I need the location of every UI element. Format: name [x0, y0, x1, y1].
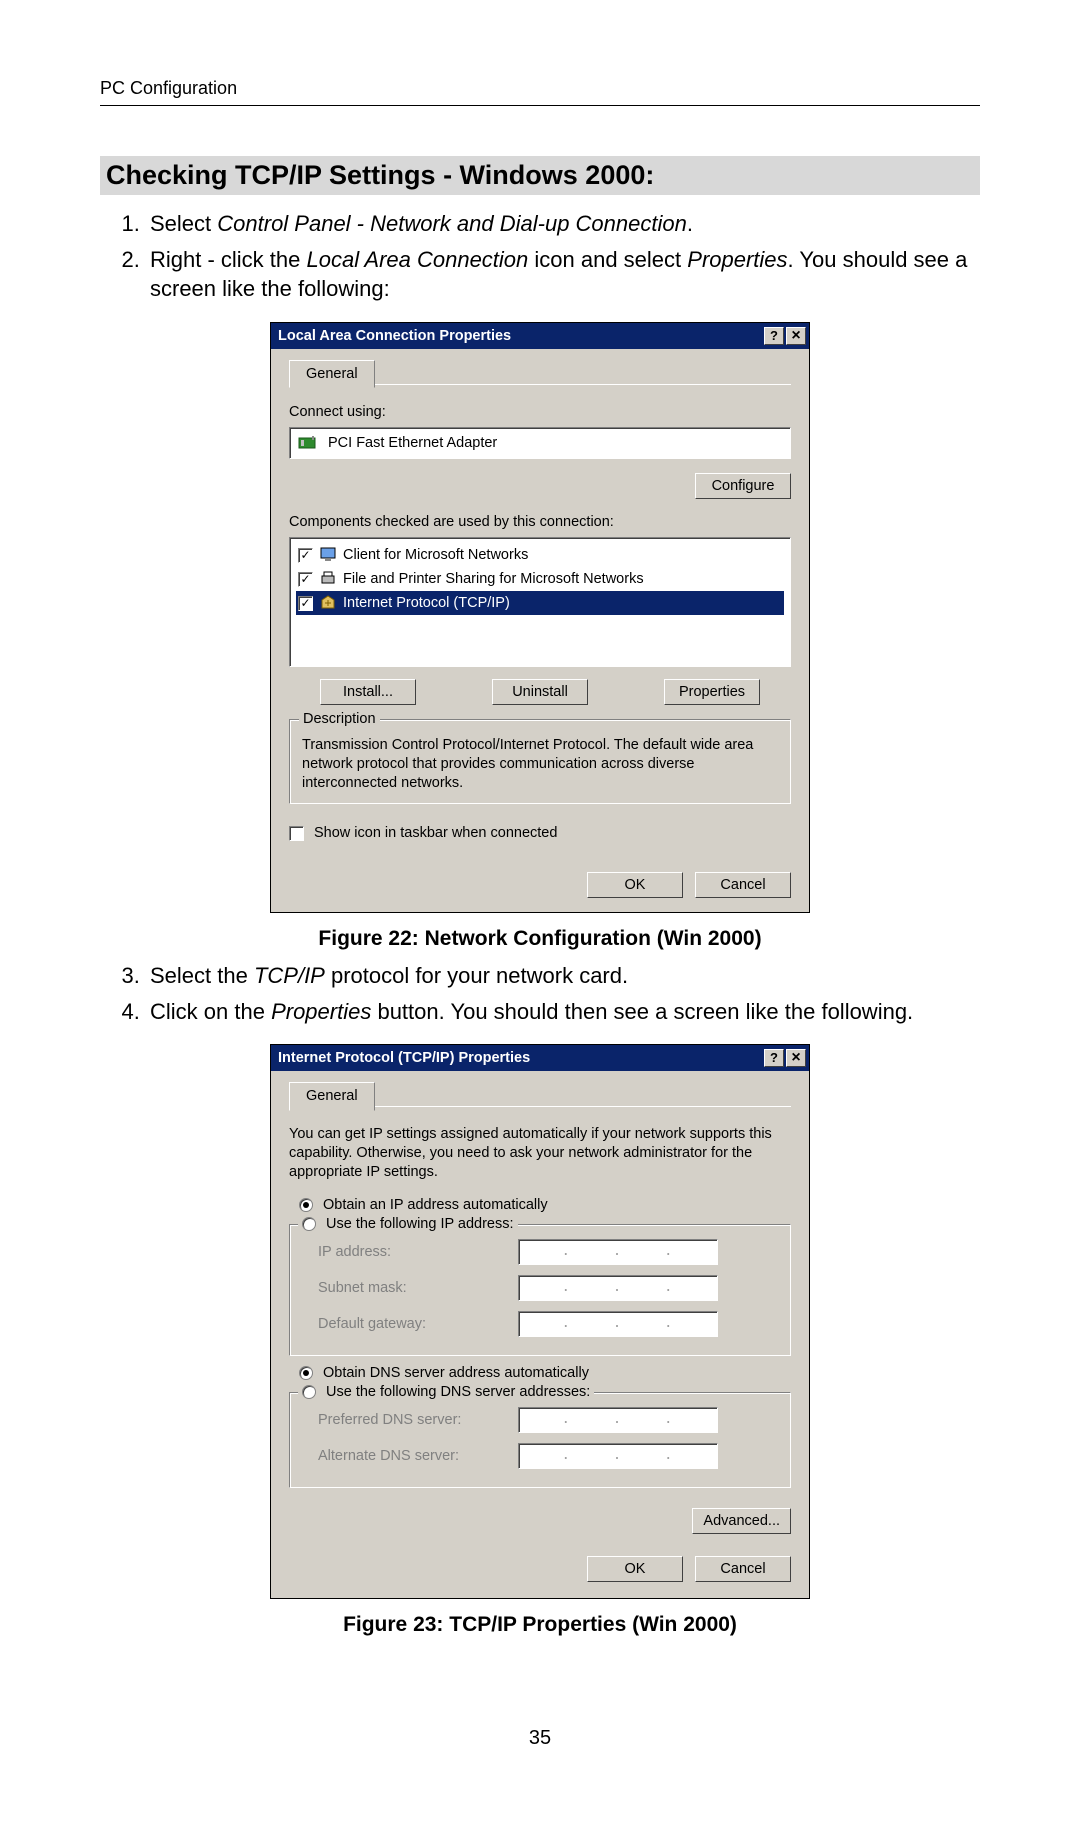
titlebar: Local Area Connection Properties [271, 323, 809, 349]
install-button[interactable]: Install... [320, 679, 416, 705]
protocol-icon [319, 594, 337, 612]
radio[interactable] [299, 1198, 313, 1212]
monitor-icon [319, 546, 337, 564]
text: protocol for your network card. [325, 963, 628, 988]
component-tcpip[interactable]: Internet Protocol (TCP/IP) [296, 591, 784, 615]
page-number: 35 [100, 1727, 980, 1750]
text-italic: TCP/IP [254, 963, 325, 988]
text: Click on the [150, 999, 271, 1024]
close-button[interactable] [786, 1049, 806, 1067]
text: . [687, 211, 693, 236]
alternate-dns-label: Alternate DNS server: [318, 1447, 518, 1465]
component-label: Client for Microsoft Networks [343, 546, 528, 564]
radio-use-ip[interactable]: Use the following IP address: [298, 1215, 518, 1233]
text: Select [150, 211, 217, 236]
preferred-dns-input[interactable]: ... [518, 1407, 718, 1433]
component-label: File and Printer Sharing for Microsoft N… [343, 570, 644, 588]
show-icon-row[interactable]: Show icon in taskbar when connected [289, 824, 791, 842]
text: Right - click the [150, 247, 307, 272]
step-2: Right - click the Local Area Connection … [146, 245, 980, 304]
titlebar-text: Local Area Connection Properties [278, 327, 762, 345]
ip-address-input[interactable]: ... [518, 1239, 718, 1265]
ip-group: Use the following IP address: IP address… [289, 1224, 791, 1356]
ok-button[interactable]: OK [587, 1556, 683, 1582]
component-label: Internet Protocol (TCP/IP) [343, 594, 510, 612]
show-icon-label: Show icon in taskbar when connected [314, 824, 557, 842]
intro-text: You can get IP settings assigned automat… [289, 1125, 791, 1182]
components-list[interactable]: Client for Microsoft Networks File and P… [289, 537, 791, 667]
printer-icon [319, 570, 337, 588]
help-button[interactable] [764, 1049, 784, 1067]
checkbox[interactable] [298, 572, 313, 587]
radio-label: Obtain DNS server address automatically [323, 1364, 589, 1382]
radio[interactable] [302, 1217, 316, 1231]
text: icon and select [528, 247, 687, 272]
cancel-button[interactable]: Cancel [695, 872, 791, 898]
text: button. You should then see a screen lik… [371, 999, 913, 1024]
dialog-lan-properties: Local Area Connection Properties General… [270, 322, 810, 913]
text-italic: Properties [271, 999, 371, 1024]
configure-button[interactable]: Configure [695, 473, 791, 499]
radio-obtain-ip-auto[interactable]: Obtain an IP address automatically [299, 1196, 791, 1214]
subnet-mask-input[interactable]: ... [518, 1275, 718, 1301]
preferred-dns-label: Preferred DNS server: [318, 1411, 518, 1429]
section-heading: Checking TCP/IP Settings - Windows 2000: [100, 156, 980, 195]
radio-label: Use the following IP address: [326, 1215, 514, 1233]
tab-general[interactable]: General [289, 1082, 375, 1110]
dialog-tcpip-properties: Internet Protocol (TCP/IP) Properties Ge… [270, 1044, 810, 1599]
text-italic: Control Panel - Network and Dial-up Conn… [217, 211, 687, 236]
default-gateway-input[interactable]: ... [518, 1311, 718, 1337]
component-client-ms-networks[interactable]: Client for Microsoft Networks [296, 543, 784, 567]
show-icon-checkbox[interactable] [289, 826, 304, 841]
radio-obtain-dns-auto[interactable]: Obtain DNS server address automatically [299, 1364, 791, 1382]
text: Select the [150, 963, 254, 988]
text-italic: Local Area Connection [307, 247, 529, 272]
default-gateway-label: Default gateway: [318, 1315, 518, 1333]
radio-use-dns[interactable]: Use the following DNS server addresses: [298, 1383, 594, 1401]
nic-icon [298, 435, 318, 451]
figure-22-caption: Figure 22: Network Configuration (Win 20… [100, 927, 980, 951]
step-3: Select the TCP/IP protocol for your netw… [146, 961, 980, 991]
advanced-button[interactable]: Advanced... [692, 1508, 791, 1534]
titlebar-text: Internet Protocol (TCP/IP) Properties [278, 1049, 762, 1067]
step-4: Click on the Properties button. You shou… [146, 997, 980, 1027]
alternate-dns-input[interactable]: ... [518, 1443, 718, 1469]
ip-address-label: IP address: [318, 1243, 518, 1261]
tabstrip: General [289, 1081, 791, 1107]
tab-general[interactable]: General [289, 360, 375, 388]
radio-label: Obtain an IP address automatically [323, 1196, 548, 1214]
component-file-print-sharing[interactable]: File and Printer Sharing for Microsoft N… [296, 567, 784, 591]
components-label: Components checked are used by this conn… [289, 513, 791, 531]
adapter-name: PCI Fast Ethernet Adapter [328, 434, 497, 452]
properties-button[interactable]: Properties [664, 679, 760, 705]
titlebar: Internet Protocol (TCP/IP) Properties [271, 1045, 809, 1071]
dns-group: Use the following DNS server addresses: … [289, 1392, 791, 1488]
help-button[interactable] [764, 327, 784, 345]
checkbox[interactable] [298, 548, 313, 563]
checkbox[interactable] [298, 596, 313, 611]
ok-button[interactable]: OK [587, 872, 683, 898]
figure-23-caption: Figure 23: TCP/IP Properties (Win 2000) [100, 1613, 980, 1637]
description-text: Transmission Control Protocol/Internet P… [302, 736, 778, 793]
radio[interactable] [299, 1366, 313, 1380]
radio[interactable] [302, 1385, 316, 1399]
close-button[interactable] [786, 327, 806, 345]
connect-using-label: Connect using: [289, 403, 791, 421]
subnet-mask-label: Subnet mask: [318, 1279, 518, 1297]
uninstall-button[interactable]: Uninstall [492, 679, 588, 705]
running-header: PC Configuration [100, 78, 980, 106]
step-1: Select Control Panel - Network and Dial-… [146, 209, 980, 239]
text-italic: Properties [687, 247, 787, 272]
description-group: Description Transmission Control Protoco… [289, 719, 791, 804]
radio-label: Use the following DNS server addresses: [326, 1383, 590, 1401]
adapter-box: PCI Fast Ethernet Adapter [289, 427, 791, 459]
cancel-button[interactable]: Cancel [695, 1556, 791, 1582]
description-legend: Description [299, 710, 380, 728]
tabstrip: General [289, 359, 791, 385]
